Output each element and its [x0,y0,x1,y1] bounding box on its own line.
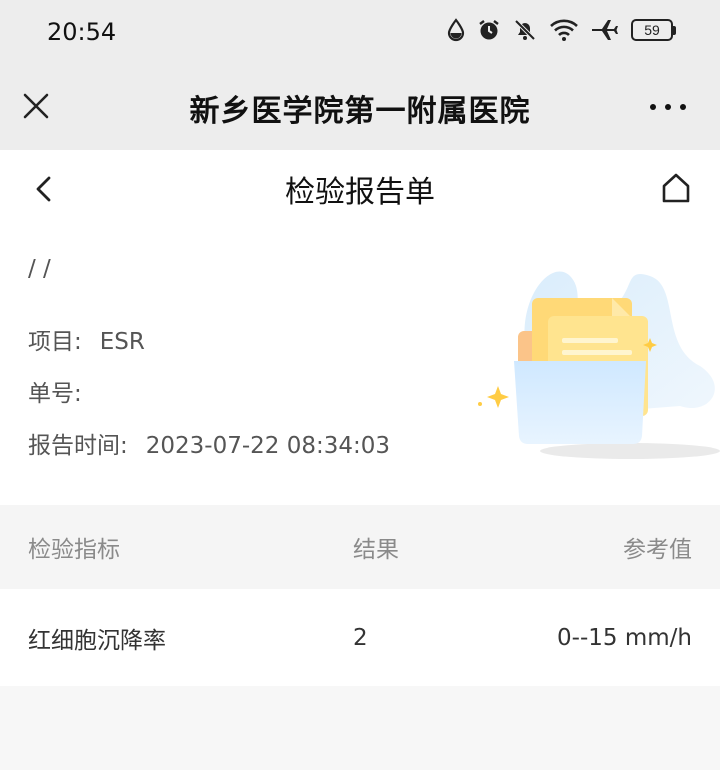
status-icons: 59 [447,18,676,42]
more-options-icon[interactable] [650,104,686,110]
row-indicator-name: 红细胞沉降率 [28,627,166,654]
report-info: / / 项目: ESR 单号: 报告时间: 2023-07-22 08:34:03 [0,228,720,505]
page-title: 检验报告单 [285,175,435,210]
close-icon[interactable] [22,92,50,120]
mute-bell-icon [514,19,536,41]
battery-tip [673,25,676,35]
battery-level: 59 [631,19,673,41]
patient-line: / / [28,256,51,282]
item-row: 项目: ESR [28,322,145,356]
report-folder-illustration [478,271,720,459]
home-icon[interactable] [660,172,692,204]
item-label: 项目: [28,329,82,355]
table-header: 检验指标 结果 参考值 [0,505,720,589]
battery-indicator: 59 [631,19,676,41]
back-arrow-icon[interactable] [30,174,58,204]
report-time-row: 报告时间: 2023-07-22 08:34:03 [28,426,390,460]
header-indicator: 检验指标 [28,537,120,563]
header-result: 结果 [353,537,399,563]
row-reference: 0--15 mm/h [557,624,692,651]
status-time: 20:54 [47,18,117,46]
row-result: 2 [353,624,368,651]
alarm-icon [479,20,499,40]
water-drop-icon [447,18,465,42]
wifi-icon [550,19,578,41]
table-row: 红细胞沉降率 2 0--15 mm/h [0,589,720,686]
report-time-value: 2023-07-22 08:34:03 [145,433,391,459]
app-title: 新乡医学院第一附属医院 [189,94,531,129]
number-label: 单号: [28,381,82,407]
item-value: ESR [99,329,145,355]
report-time-label: 报告时间: [28,433,128,459]
status-bar: 20:54 59 [0,0,720,66]
app-title-bar: 新乡医学院第一附属医院 [0,66,720,150]
number-row: 单号: [28,374,100,408]
page-header: 检验报告单 [0,150,720,228]
airplane-icon [592,20,618,40]
header-reference: 参考值 [623,537,692,563]
